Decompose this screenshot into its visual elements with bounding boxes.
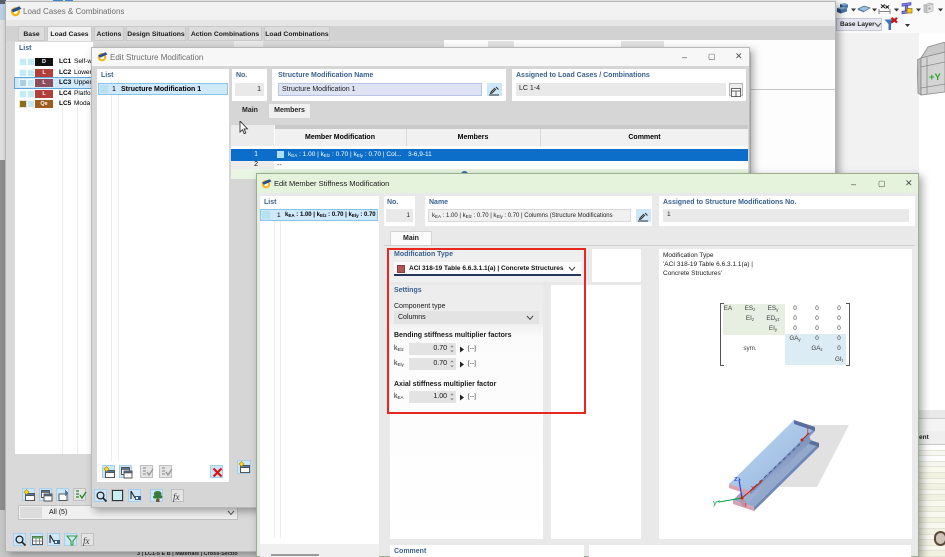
svg-text:y: y — [713, 498, 717, 507]
svg-text:j: j — [806, 425, 809, 434]
svg-text:z: z — [734, 474, 738, 483]
svg-text:+Y: +Y — [929, 72, 942, 83]
svg-text:x: x — [751, 483, 755, 492]
svg-text:fx: fx — [173, 492, 180, 502]
svg-text:fx: fx — [83, 536, 90, 546]
